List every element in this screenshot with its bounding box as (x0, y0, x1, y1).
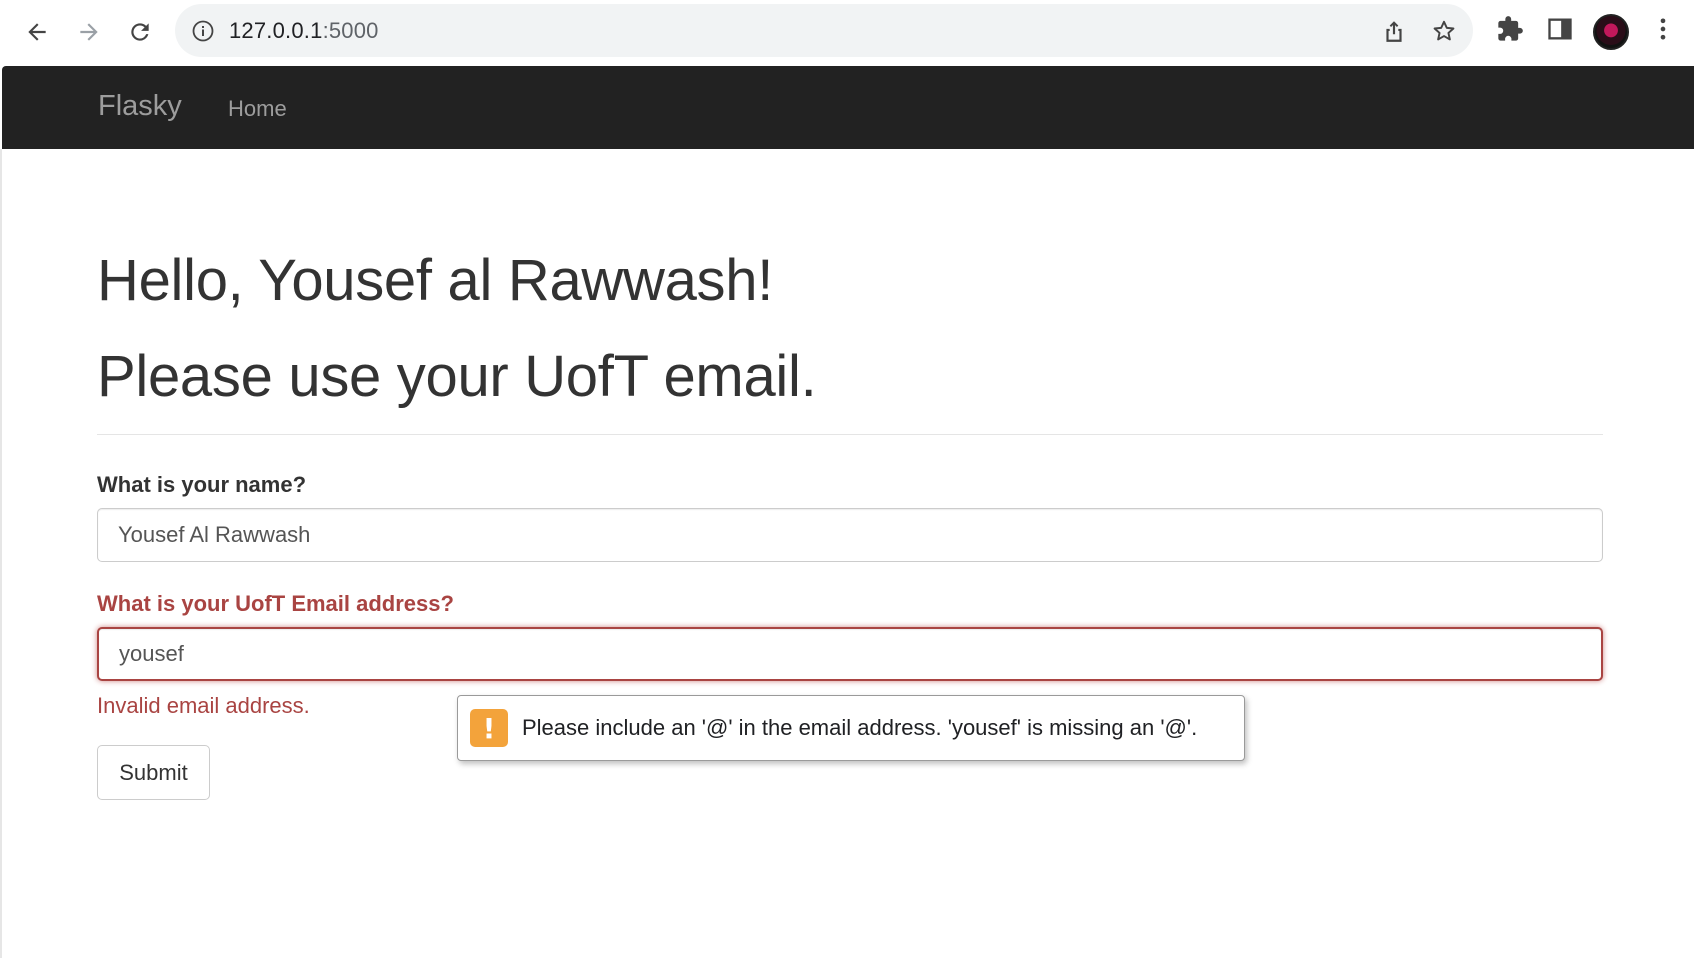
site-info-icon[interactable] (191, 19, 215, 43)
share-icon[interactable] (1381, 18, 1407, 44)
url-host: 127.0.0.1 (229, 18, 323, 43)
url-text: 127.0.0.1:5000 (229, 18, 379, 44)
forward-button[interactable] (71, 14, 107, 50)
nav-link-home[interactable]: Home (228, 96, 287, 122)
arrow-left-icon (28, 23, 46, 41)
email-error-message: Invalid email address. (97, 693, 310, 718)
validation-message: Please include an '@' in the email addre… (522, 715, 1198, 740)
header-divider (97, 434, 1603, 435)
warning-icon: ! (470, 709, 508, 747)
url-port: :5000 (322, 18, 379, 43)
reload-icon (131, 23, 149, 41)
arrow-right-icon (80, 23, 98, 41)
name-input[interactable] (97, 508, 1603, 562)
submit-button[interactable]: Submit (97, 745, 210, 800)
greeting-heading: Hello, Yousef al Rawwash! (97, 248, 774, 313)
browser-toolbar: 127.0.0.1:5000 (0, 0, 1694, 66)
navbar-brand[interactable]: Flasky (98, 90, 182, 123)
back-button[interactable] (19, 14, 55, 50)
window-edge (0, 149, 2, 958)
profile-avatar[interactable] (1593, 14, 1629, 50)
reload-button[interactable] (122, 14, 158, 50)
bookmark-star-icon[interactable] (1431, 18, 1457, 44)
name-label: What is your name? (97, 472, 307, 497)
address-bar[interactable]: 127.0.0.1:5000 (175, 4, 1473, 57)
site-navbar: Flasky Home (2, 66, 1694, 149)
more-menu-icon[interactable] (1649, 15, 1677, 43)
notice-heading: Please use your UofT email. (97, 344, 817, 409)
validation-tooltip: ! Please include an '@' in the email add… (457, 695, 1245, 761)
email-input[interactable] (97, 627, 1603, 681)
side-panel-icon[interactable] (1546, 15, 1574, 43)
extensions-puzzle-icon[interactable] (1496, 15, 1524, 43)
email-label: What is your UofT Email address? (97, 591, 454, 616)
